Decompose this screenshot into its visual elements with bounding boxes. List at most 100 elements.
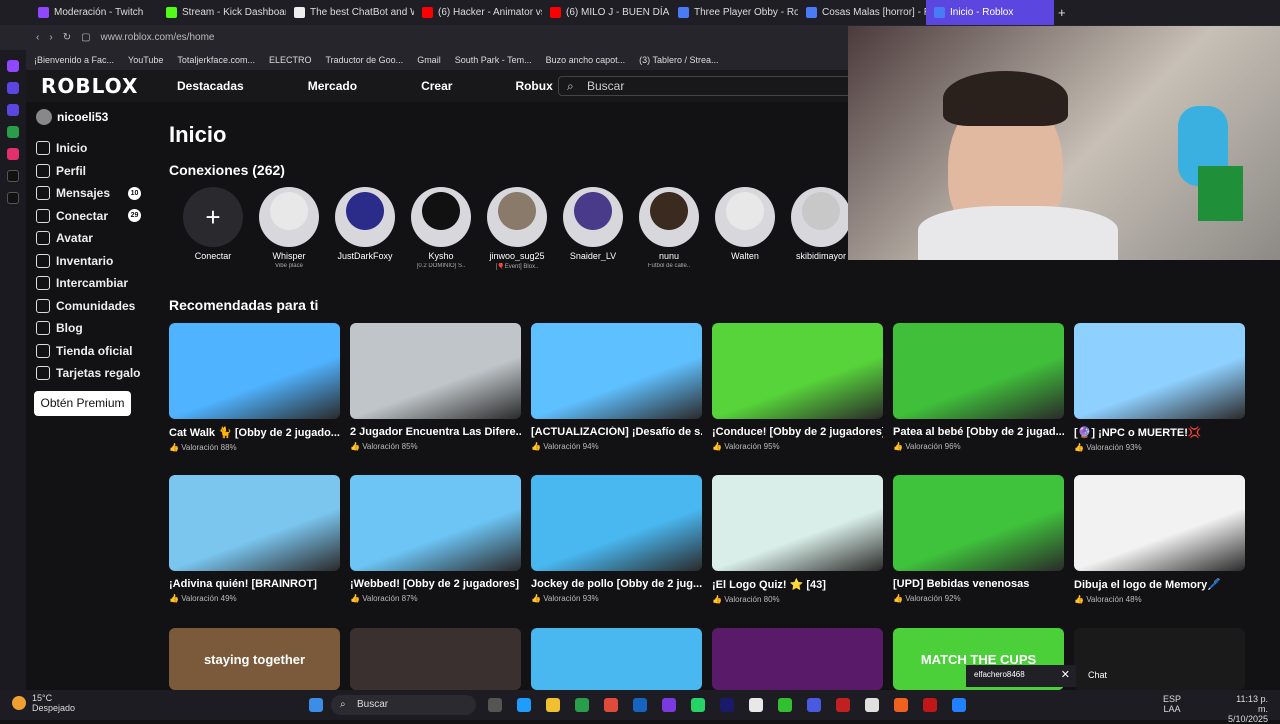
taskbar-app-icon[interactable] bbox=[720, 698, 734, 712]
game-card[interactable]: ¡Adivina quién! [BRAINROT] 👍 Valoración 4… bbox=[169, 475, 340, 603]
game-title[interactable]: ¡El Logo Quiz! ⭐ [43] bbox=[712, 578, 883, 591]
game-card[interactable]: Jockey de pollo [Obby de 2 jug... 👍 Valor… bbox=[531, 475, 702, 603]
chat-label[interactable]: Chat bbox=[1088, 670, 1107, 680]
sidebar-item-tienda-oficial[interactable]: Tienda oficial bbox=[36, 341, 141, 361]
user-profile-link[interactable]: nicoeli53 bbox=[36, 109, 108, 125]
bookmark-item[interactable]: ELECTRO bbox=[269, 55, 312, 65]
game-title[interactable]: [🔮] ¡NPC o MUERTE!💢 bbox=[1074, 426, 1245, 439]
nav-destacadas[interactable]: Destacadas bbox=[177, 79, 244, 93]
game-thumbnail[interactable] bbox=[893, 475, 1064, 571]
sidebar-item-avatar[interactable]: Avatar bbox=[36, 228, 141, 248]
tiktok-icon[interactable] bbox=[7, 170, 19, 182]
game-thumbnail[interactable] bbox=[1074, 475, 1245, 571]
connection-item[interactable]: JustDarkFoxy bbox=[335, 187, 395, 263]
new-tab-button[interactable]: + bbox=[1058, 5, 1066, 20]
game-thumbnail[interactable] bbox=[169, 475, 340, 571]
instagram-icon[interactable] bbox=[7, 148, 19, 160]
game-card[interactable]: staying together bbox=[169, 628, 340, 690]
game-thumbnail[interactable] bbox=[712, 323, 883, 419]
connect-button[interactable]: + Conectar bbox=[183, 187, 243, 261]
game-title[interactable]: [UPD] Bebidas venenosas bbox=[893, 578, 1064, 590]
sidebar-item-intercambiar[interactable]: Intercambiar bbox=[36, 273, 141, 293]
back-icon[interactable]: ‹ bbox=[36, 32, 39, 43]
language-indicator[interactable]: ESP LAA bbox=[1163, 694, 1181, 714]
game-thumbnail[interactable] bbox=[531, 628, 702, 690]
premium-button[interactable]: Obtén Premium bbox=[34, 391, 131, 416]
game-thumbnail[interactable] bbox=[893, 323, 1064, 419]
game-title[interactable]: 2 Jugador Encuentra Las Difere... bbox=[350, 426, 521, 438]
sidebar-item-inventario[interactable]: Inventario bbox=[36, 251, 141, 271]
reload-icon[interactable]: ↻ bbox=[63, 32, 71, 43]
tab-6[interactable]: Cosas Malas [horror] - R bbox=[798, 0, 926, 25]
connections-title[interactable]: Conexiones (262) bbox=[169, 162, 285, 178]
sidebar-item-blog[interactable]: Blog bbox=[36, 318, 141, 338]
game-card[interactable]: ¡Conduce! [Obby de 2 jugadores] 👍 Valorac… bbox=[712, 323, 883, 451]
recommended-title[interactable]: Recomendadas para ti bbox=[169, 297, 318, 313]
sidebar-item-inicio[interactable]: Inicio bbox=[36, 138, 141, 158]
sidebar-item-mensajes[interactable]: Mensajes 10 bbox=[36, 183, 141, 203]
bookmark-item[interactable]: Totaljerkface.com... bbox=[177, 55, 255, 65]
x-icon[interactable] bbox=[7, 192, 19, 204]
game-title[interactable]: Dibuja el logo de Memory🖊️ bbox=[1074, 578, 1245, 591]
bookmark-item[interactable]: ¡Bienvenido a Fac... bbox=[34, 55, 114, 65]
taskbar-app-icon[interactable] bbox=[575, 698, 589, 712]
nav-crear[interactable]: Crear bbox=[421, 79, 452, 93]
game-card[interactable]: ¡Webbed! [Obby de 2 jugadores] 👍 Valoraci… bbox=[350, 475, 521, 603]
sidebar-item-perfil[interactable]: Perfil bbox=[36, 161, 141, 181]
taskbar-app-icon[interactable] bbox=[546, 698, 560, 712]
taskbar-app-icon[interactable] bbox=[923, 698, 937, 712]
nav-robux[interactable]: Robux bbox=[515, 79, 552, 93]
bookmark-item[interactable]: (3) Tablero / Strea... bbox=[639, 55, 718, 65]
taskbar-app-icon[interactable] bbox=[778, 698, 792, 712]
game-title[interactable]: ¡Conduce! [Obby de 2 jugadores] bbox=[712, 426, 883, 438]
sidebar-item-tarjetas-regalo[interactable]: Tarjetas regalo bbox=[36, 363, 141, 383]
connection-item[interactable]: jinwoo_sug25 [🎈Event] Blox.. bbox=[487, 187, 547, 270]
bookmark-item[interactable]: South Park - Tem... bbox=[455, 55, 532, 65]
game-thumbnail[interactable] bbox=[531, 323, 702, 419]
game-thumbnail[interactable] bbox=[350, 475, 521, 571]
taskbar-app-icon[interactable] bbox=[633, 698, 647, 712]
tab-7[interactable]: Inicio - Roblox bbox=[926, 0, 1054, 25]
game-thumbnail[interactable] bbox=[169, 323, 340, 419]
connection-item[interactable]: Kysho [0.2 DOMINIO] S.. bbox=[411, 187, 471, 269]
connection-item[interactable]: Whisper Vibe place bbox=[259, 187, 319, 269]
game-title[interactable]: ¡Adivina quién! [BRAINROT] bbox=[169, 578, 340, 590]
game-card[interactable] bbox=[350, 628, 521, 690]
taskbar-app-icon[interactable] bbox=[488, 698, 502, 712]
connection-item[interactable]: nunu Fútbol de calle.. bbox=[639, 187, 699, 269]
twitch-icon[interactable] bbox=[7, 60, 19, 72]
game-card[interactable] bbox=[1074, 628, 1245, 690]
bookmark-item[interactable]: Gmail bbox=[417, 55, 441, 65]
close-icon[interactable]: ✕ bbox=[1061, 668, 1070, 681]
connection-item[interactable]: Walten bbox=[715, 187, 775, 263]
taskbar-search[interactable]: ⌕ Buscar bbox=[331, 695, 476, 715]
forward-icon[interactable]: › bbox=[49, 32, 52, 43]
game-card[interactable] bbox=[531, 628, 702, 690]
nav-mercado[interactable]: Mercado bbox=[308, 79, 357, 93]
taskbar-app-icon[interactable] bbox=[952, 698, 966, 712]
tab-4[interactable]: (6) MILO J - BUEN DÍA P bbox=[542, 0, 670, 25]
start-icon[interactable] bbox=[309, 698, 323, 712]
game-thumbnail[interactable] bbox=[712, 628, 883, 690]
taskbar-app-icon[interactable] bbox=[894, 698, 908, 712]
whatsapp-icon[interactable] bbox=[7, 126, 19, 138]
game-thumbnail[interactable] bbox=[531, 475, 702, 571]
panel-icon[interactable] bbox=[7, 82, 19, 94]
game-card[interactable]: Dibuja el logo de Memory🖊️ 👍 Valoración 4… bbox=[1074, 475, 1245, 604]
game-thumbnail[interactable] bbox=[1074, 628, 1245, 690]
roblox-logo[interactable]: ROBLOX bbox=[41, 74, 161, 98]
chat-popup[interactable]: elfachero8468 ✕ bbox=[966, 665, 1076, 687]
game-card[interactable] bbox=[712, 628, 883, 690]
tab-1[interactable]: Stream - Kick Dashboard bbox=[158, 0, 286, 25]
sidebar-item-conectar[interactable]: Conectar 29 bbox=[36, 206, 141, 226]
game-title[interactable]: Jockey de pollo [Obby de 2 jug... bbox=[531, 578, 702, 590]
game-card[interactable]: [UPD] Bebidas venenosas 👍 Valoración 92% bbox=[893, 475, 1064, 603]
bookmark-item[interactable]: YouTube bbox=[128, 55, 163, 65]
game-thumbnail[interactable] bbox=[350, 323, 521, 419]
game-thumbnail[interactable] bbox=[350, 628, 521, 690]
panel-icon[interactable] bbox=[7, 104, 19, 116]
game-card[interactable]: Patea al bebé [Obby de 2 jugad... 👍 Valor… bbox=[893, 323, 1064, 451]
taskbar-app-icon[interactable] bbox=[662, 698, 676, 712]
weather-widget[interactable]: 15°C Despejado bbox=[12, 693, 75, 713]
tab-2[interactable]: The best ChatBot and W bbox=[286, 0, 414, 25]
